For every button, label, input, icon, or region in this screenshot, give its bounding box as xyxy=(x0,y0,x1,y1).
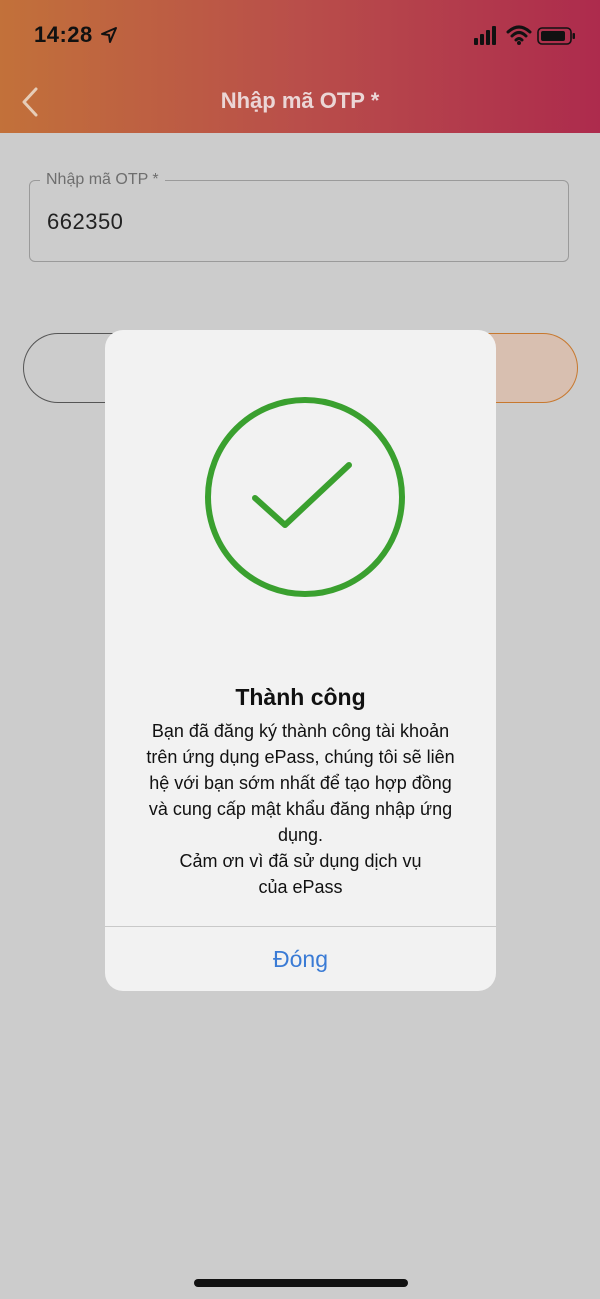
check-circle-icon xyxy=(205,397,405,597)
battery-icon xyxy=(537,27,575,45)
dialog-message: Bạn đã đăng ký thành công tài khoản trên… xyxy=(125,718,476,900)
dialog-message-line: trên ứng dụng ePass, chúng tôi sẽ liên xyxy=(146,747,455,767)
wifi-icon xyxy=(506,25,532,45)
otp-input-label: Nhập mã OTP * xyxy=(40,170,165,190)
dialog-message-line: Cảm ơn vì đã sử dụng dịch vụ xyxy=(179,851,422,871)
success-dialog: Thành công Bạn đã đăng ký thành công tài… xyxy=(105,330,496,991)
close-button[interactable]: Đóng xyxy=(105,927,496,991)
dialog-message-line: dụng. xyxy=(277,825,324,845)
status-bar: 14:28 xyxy=(0,0,600,70)
dialog-title: Thành công xyxy=(235,684,366,710)
dialog-message-line: và cung cấp mật khẩu đăng nhập ứng xyxy=(148,799,453,819)
home-indicator[interactable] xyxy=(194,1279,408,1287)
dialog-message-line: hệ với bạn sớm nhất để tạo hợp đồng xyxy=(149,773,452,793)
otp-input-value: 662350 xyxy=(47,209,124,234)
otp-input[interactable]: Nhập mã OTP * 662350 xyxy=(29,170,569,262)
status-time: 14:28 xyxy=(34,22,93,47)
location-arrow-icon xyxy=(101,27,117,43)
signal-icon xyxy=(474,26,496,45)
app-header: 14:28 Nhập mã OTP * xyxy=(0,0,600,133)
dialog-message-line: của ePass xyxy=(258,877,343,897)
page-title: Nhập mã OTP * xyxy=(220,88,380,113)
dialog-message-line: Bạn đã đăng ký thành công tài khoản xyxy=(151,721,450,741)
